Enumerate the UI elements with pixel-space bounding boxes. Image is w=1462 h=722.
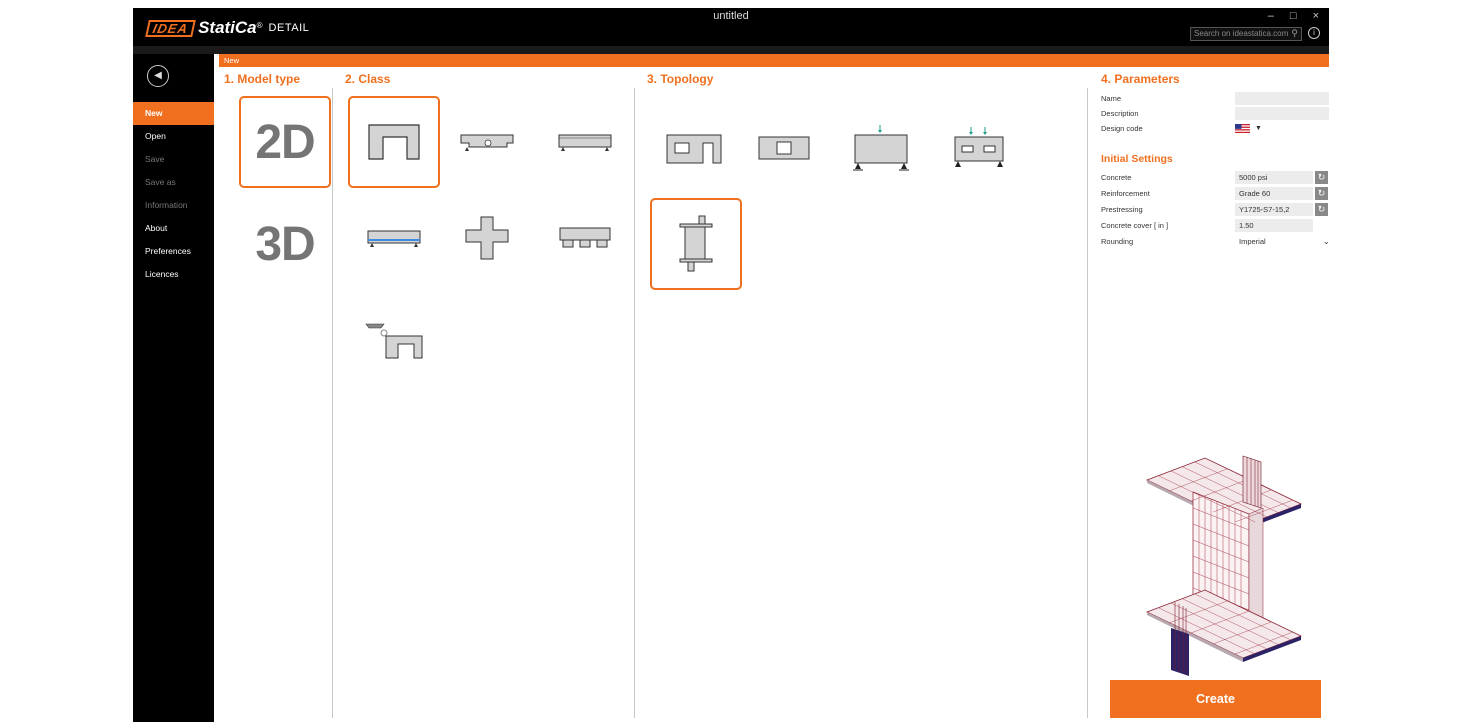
search-input[interactable]: Search on ideastatica.com ⚲ [1190,27,1302,41]
model-type-2d-label: 2D [255,115,315,169]
prestressed-beam-icon [367,230,421,247]
product-name: DETAIL [268,22,310,34]
opening-wall-icon [368,124,420,160]
parameters-heading: 4. Parameters [1101,72,1180,86]
topology-wall-with-opening[interactable] [739,102,831,194]
close-button[interactable]: × [1313,10,1319,22]
param-name-label: Name [1101,94,1122,103]
sidebar-item-about[interactable]: About [133,217,214,240]
divider [634,88,635,718]
window-title: untitled [713,10,749,22]
param-prestressing-input[interactable]: Y1725-S7-15,2 [1235,203,1313,216]
param-concrete-input[interactable]: 5000 psi [1235,171,1313,184]
class-heading: 2. Class [345,72,391,86]
param-cover-label: Concrete cover [ in ] [1101,221,1169,230]
model-type-3d-label: 3D [255,217,315,271]
param-design-code-label: Design code [1101,124,1143,133]
class-simple-beam[interactable] [539,96,631,188]
logo-idea: IDEA [145,19,196,37]
simple-beam-icon [558,134,612,151]
divider [332,88,333,718]
parameters-panel: 4. Parameters Name Description Design co… [1091,54,1330,722]
class-dapped-end-beam[interactable] [441,96,533,188]
prestressing-reset-icon[interactable]: ↻ [1315,203,1328,216]
minimize-button[interactable]: – [1268,10,1274,22]
param-concrete-label: Concrete [1101,173,1132,182]
screen: IDEA StatiCa ® DETAIL untitled – □ × Sea… [0,0,1462,722]
info-icon[interactable]: i [1308,27,1320,39]
sidebar-item-save-as[interactable]: Save as [133,171,214,194]
model-type-3d[interactable]: 3D [239,198,331,290]
model-type-heading: 1. Model type [224,72,301,86]
model-3d-preview [1145,455,1303,676]
param-reinforcement-label: Reinforcement [1101,189,1150,198]
class-opening-wall[interactable] [348,96,440,188]
create-button[interactable]: Create [1110,680,1321,718]
param-prestressing-label: Prestressing [1101,205,1143,214]
param-concrete-row: Concrete 5000 psi ↻ [1101,171,1328,185]
us-flag-icon[interactable] [1235,124,1250,133]
wall-with-slabs-icon [679,215,713,272]
title-bar: IDEA StatiCa ® DETAIL untitled – □ × Sea… [133,8,1329,46]
param-rounding-select[interactable]: Imperial [1235,235,1266,249]
sidebar-item-save[interactable]: Save [133,148,214,171]
app-window: IDEA StatiCa ® DETAIL untitled – □ × Sea… [133,8,1330,722]
deep-beam-openings-icon [954,127,1004,167]
model-type-2d[interactable]: 2D [239,96,331,188]
concrete-reset-icon[interactable]: ↻ [1315,171,1328,184]
param-prestressing-row: Prestressing Y1725-S7-15,2 ↻ [1101,203,1328,217]
param-reinforcement-row: Reinforcement Grade 60 ↻ [1101,187,1328,201]
topology-deep-beam-with-openings[interactable] [933,102,1025,194]
corbel-wall-icon [365,323,423,359]
sidebar-item-preferences[interactable]: Preferences [133,240,214,263]
topology-wall-with-slabs[interactable] [650,198,742,290]
search-placeholder: Search on ideastatica.com [1194,29,1289,38]
sidebar-item-information[interactable]: Information [133,194,214,217]
initial-settings-heading: Initial Settings [1101,153,1173,165]
param-name-row: Name [1101,92,1329,106]
param-name-input[interactable] [1235,92,1329,105]
back-arrow-icon[interactable]: ◀ [147,65,169,87]
param-rounding-label: Rounding [1101,237,1134,246]
sidebar-item-licences[interactable]: Licences [133,263,214,286]
param-rounding-row: Rounding Imperial ⌄ [1101,235,1330,249]
class-prestressed-beam[interactable] [348,192,440,284]
dapped-beam-icon [460,134,514,151]
maximize-button[interactable]: □ [1290,10,1297,22]
param-cover-row: Concrete cover [ in ] 1.50 [1101,219,1323,233]
wall-opening-icon [758,136,810,160]
title-divider [133,46,1329,54]
pile-cap-icon [559,227,611,248]
topology-wall-with-opening-and-door[interactable] [649,102,741,194]
window-controls: – □ × [1268,10,1319,22]
topology-heading: 3. Topology [647,72,714,86]
param-description-input[interactable] [1235,107,1329,120]
frame-joint-icon [465,216,509,260]
param-description-label: Description [1101,109,1139,118]
divider [1087,88,1088,718]
class-frame-joint[interactable] [441,192,533,284]
sidebar: ◀ New Open Save Save as Information Abou… [133,54,214,722]
deep-beam-icon [853,125,909,171]
param-description-row: Description [1101,107,1329,121]
wall-opening-door-icon [666,134,722,164]
design-code-dropdown-icon[interactable]: ▼ [1255,122,1262,136]
topology-deep-beam[interactable] [835,102,927,194]
param-reinforcement-input[interactable]: Grade 60 [1235,187,1313,200]
main-panel: New 1. Model type 2D 3D 2. Class 3. Topo… [219,54,1330,722]
sidebar-item-open[interactable]: Open [133,125,214,148]
class-corbel-wall[interactable] [348,294,440,386]
chevron-down-icon[interactable]: ⌄ [1323,235,1330,249]
param-cover-input[interactable]: 1.50 [1235,219,1313,232]
reinforcement-reset-icon[interactable]: ↻ [1315,187,1328,200]
search-icon[interactable]: ⚲ [1291,28,1298,38]
class-pile-cap[interactable] [539,192,631,284]
param-design-code-row: Design code ▼ [1101,122,1323,136]
sidebar-item-new[interactable]: New [133,102,214,125]
